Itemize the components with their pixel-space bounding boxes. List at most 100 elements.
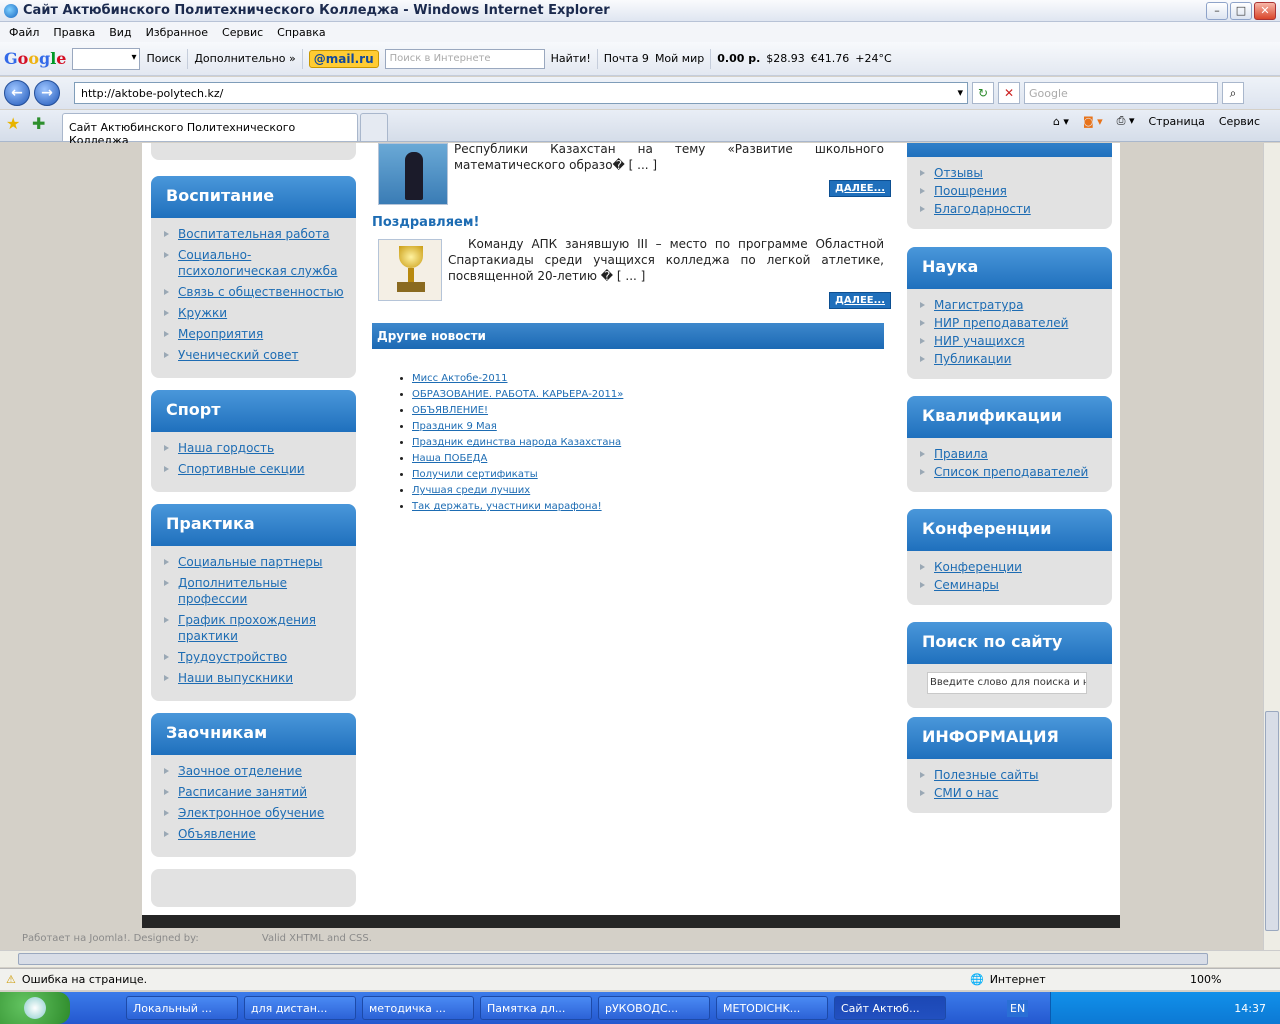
- list-item[interactable]: Расписание занятий: [164, 784, 356, 800]
- stop-button[interactable]: ✕: [998, 82, 1020, 104]
- list-item[interactable]: Объявление: [164, 826, 356, 842]
- horizontal-scrollbar[interactable]: [0, 950, 1280, 967]
- feeds-icon[interactable]: ◙ ▾: [1083, 115, 1103, 128]
- list-item[interactable]: Праздник 9 Мая: [412, 419, 623, 435]
- sidebar-link[interactable]: Магистратура: [934, 298, 1023, 312]
- list-item[interactable]: ОБРАЗОВАНИЕ. РАБОТА. КАРЬЕРА-2011»: [412, 387, 623, 403]
- back-button[interactable]: ←: [4, 80, 30, 106]
- list-item[interactable]: Магистратура: [920, 297, 1112, 313]
- list-item[interactable]: Отзывы: [920, 165, 1112, 181]
- site-search-input[interactable]: Введите слово для поиска и на: [927, 672, 1087, 694]
- sidebar-link[interactable]: Публикации: [934, 352, 1011, 366]
- scroll-thumb[interactable]: [18, 953, 1208, 965]
- minimize-button[interactable]: –: [1206, 2, 1228, 20]
- find-button[interactable]: Найти!: [551, 52, 591, 65]
- list-item[interactable]: Лучшая среди лучших: [412, 483, 623, 499]
- sidebar-link[interactable]: Расписание занятий: [178, 785, 307, 799]
- weather-display[interactable]: +24°C: [855, 52, 891, 65]
- news-link[interactable]: Получили сертификаты: [412, 469, 538, 480]
- browser-search-input[interactable]: Google: [1024, 82, 1218, 104]
- list-item[interactable]: Трудоустройство: [164, 649, 356, 665]
- start-button[interactable]: [0, 992, 70, 1024]
- list-item[interactable]: Наша гордость: [164, 440, 356, 456]
- internet-search-input[interactable]: Поиск в Интернете: [384, 48, 545, 69]
- list-item[interactable]: Наши выпускники: [164, 670, 356, 686]
- menu-help[interactable]: Справка: [277, 26, 325, 39]
- list-item[interactable]: СМИ о нас: [920, 785, 1112, 801]
- list-item[interactable]: Мисс Актобе-2011: [412, 371, 623, 387]
- search-icon[interactable]: ⌕: [1222, 82, 1244, 104]
- tools-menu[interactable]: Сервис: [1219, 115, 1260, 128]
- new-tab-button[interactable]: [360, 113, 388, 141]
- sidebar-link[interactable]: Список преподавателей: [934, 465, 1088, 479]
- balance-display[interactable]: 0.00 р.: [717, 52, 760, 65]
- sidebar-link[interactable]: Трудоустройство: [178, 650, 287, 664]
- menu-favorites[interactable]: Избранное: [146, 26, 208, 39]
- mailru-logo[interactable]: @mail.ru: [308, 49, 379, 68]
- sidebar-link[interactable]: Семинары: [934, 578, 999, 592]
- list-item[interactable]: Семинары: [920, 577, 1112, 593]
- list-item[interactable]: Благодарности: [920, 201, 1112, 217]
- tab-active[interactable]: Сайт Актюбинского Политехнического Колле…: [62, 113, 358, 147]
- list-item[interactable]: Ученический совет: [164, 347, 356, 363]
- sidebar-link[interactable]: Ученический совет: [178, 348, 299, 362]
- sidebar-link[interactable]: Связь с общественностью: [178, 285, 344, 299]
- list-item[interactable]: Праздник единства народа Казахстана: [412, 435, 623, 451]
- taskbar-item[interactable]: для дистан...: [244, 996, 356, 1020]
- list-item[interactable]: Кружки: [164, 305, 356, 321]
- forward-button[interactable]: →: [34, 80, 60, 106]
- url-input[interactable]: http://aktobe-polytech.kz/: [74, 82, 968, 104]
- sidebar-link[interactable]: Наша гордость: [178, 441, 274, 455]
- mail-button[interactable]: Почта 9: [604, 52, 649, 65]
- taskbar-item[interactable]: методичка ...: [362, 996, 474, 1020]
- taskbar-item[interactable]: Локальный ...: [126, 996, 238, 1020]
- list-item[interactable]: Поощрения: [920, 183, 1112, 199]
- maximize-button[interactable]: □: [1230, 2, 1252, 20]
- read-more-button[interactable]: ДАЛЕЕ...: [829, 180, 892, 197]
- scroll-thumb[interactable]: [1265, 711, 1279, 931]
- list-item[interactable]: Полезные сайты: [920, 767, 1112, 783]
- list-item[interactable]: Список преподавателей: [920, 464, 1112, 480]
- taskbar-item-active[interactable]: Сайт Актюб...: [834, 996, 946, 1020]
- sidebar-link[interactable]: График прохождения практики: [178, 613, 316, 643]
- list-item[interactable]: ОБЪЯВЛЕНИЕ!: [412, 403, 623, 419]
- valid-markup[interactable]: Valid XHTML and CSS.: [262, 933, 372, 944]
- news-link[interactable]: ОБЪЯВЛЕНИЕ!: [412, 405, 488, 416]
- close-button[interactable]: ✕: [1254, 2, 1276, 20]
- news-link[interactable]: Лучшая среди лучших: [412, 485, 530, 496]
- list-item[interactable]: Спортивные секции: [164, 461, 356, 477]
- sidebar-link[interactable]: Конференции: [934, 560, 1022, 574]
- menu-file[interactable]: Файл: [9, 26, 39, 39]
- sidebar-link[interactable]: Социально-психологическая служба: [178, 248, 337, 278]
- sidebar-link[interactable]: Благодарности: [934, 202, 1031, 216]
- news-title[interactable]: Поздравляем!: [372, 215, 479, 230]
- news-link[interactable]: Наша ПОБЕДА: [412, 453, 487, 464]
- menu-view[interactable]: Вид: [109, 26, 131, 39]
- news-link[interactable]: Мисс Актобе-2011: [412, 373, 508, 384]
- news-link[interactable]: Праздник единства народа Казахстана: [412, 437, 621, 448]
- menu-tools[interactable]: Сервис: [222, 26, 263, 39]
- home-icon[interactable]: ⌂ ▾: [1053, 115, 1069, 128]
- list-item[interactable]: Связь с общественностью: [164, 284, 356, 300]
- google-search-button[interactable]: Поиск: [146, 52, 181, 65]
- list-item[interactable]: Наша ПОБЕДА: [412, 451, 623, 467]
- sidebar-link[interactable]: Поощрения: [934, 184, 1007, 198]
- list-item[interactable]: Социальные партнеры: [164, 554, 356, 570]
- eur-rate[interactable]: €41.76: [811, 52, 850, 65]
- list-item[interactable]: График прохождения практики: [164, 612, 356, 644]
- more-button[interactable]: Дополнительно »: [194, 52, 295, 65]
- sidebar-link[interactable]: Социальные партнеры: [178, 555, 322, 569]
- list-item[interactable]: Публикации: [920, 351, 1112, 367]
- list-item[interactable]: Правила: [920, 446, 1112, 462]
- sidebar-link[interactable]: Мероприятия: [178, 327, 263, 341]
- list-item[interactable]: Конференции: [920, 559, 1112, 575]
- sidebar-link[interactable]: НИР преподавателей: [934, 316, 1068, 330]
- list-item[interactable]: Мероприятия: [164, 326, 356, 342]
- language-indicator[interactable]: EN: [1007, 999, 1029, 1017]
- list-item[interactable]: Дополнительные профессии: [164, 575, 356, 607]
- add-favorite-icon[interactable]: ✚: [32, 114, 45, 133]
- clock[interactable]: 14:37: [1234, 1002, 1266, 1015]
- sidebar-link[interactable]: Электронное обучение: [178, 806, 324, 820]
- sidebar-link[interactable]: СМИ о нас: [934, 786, 998, 800]
- sidebar-link[interactable]: Объявление: [178, 827, 256, 841]
